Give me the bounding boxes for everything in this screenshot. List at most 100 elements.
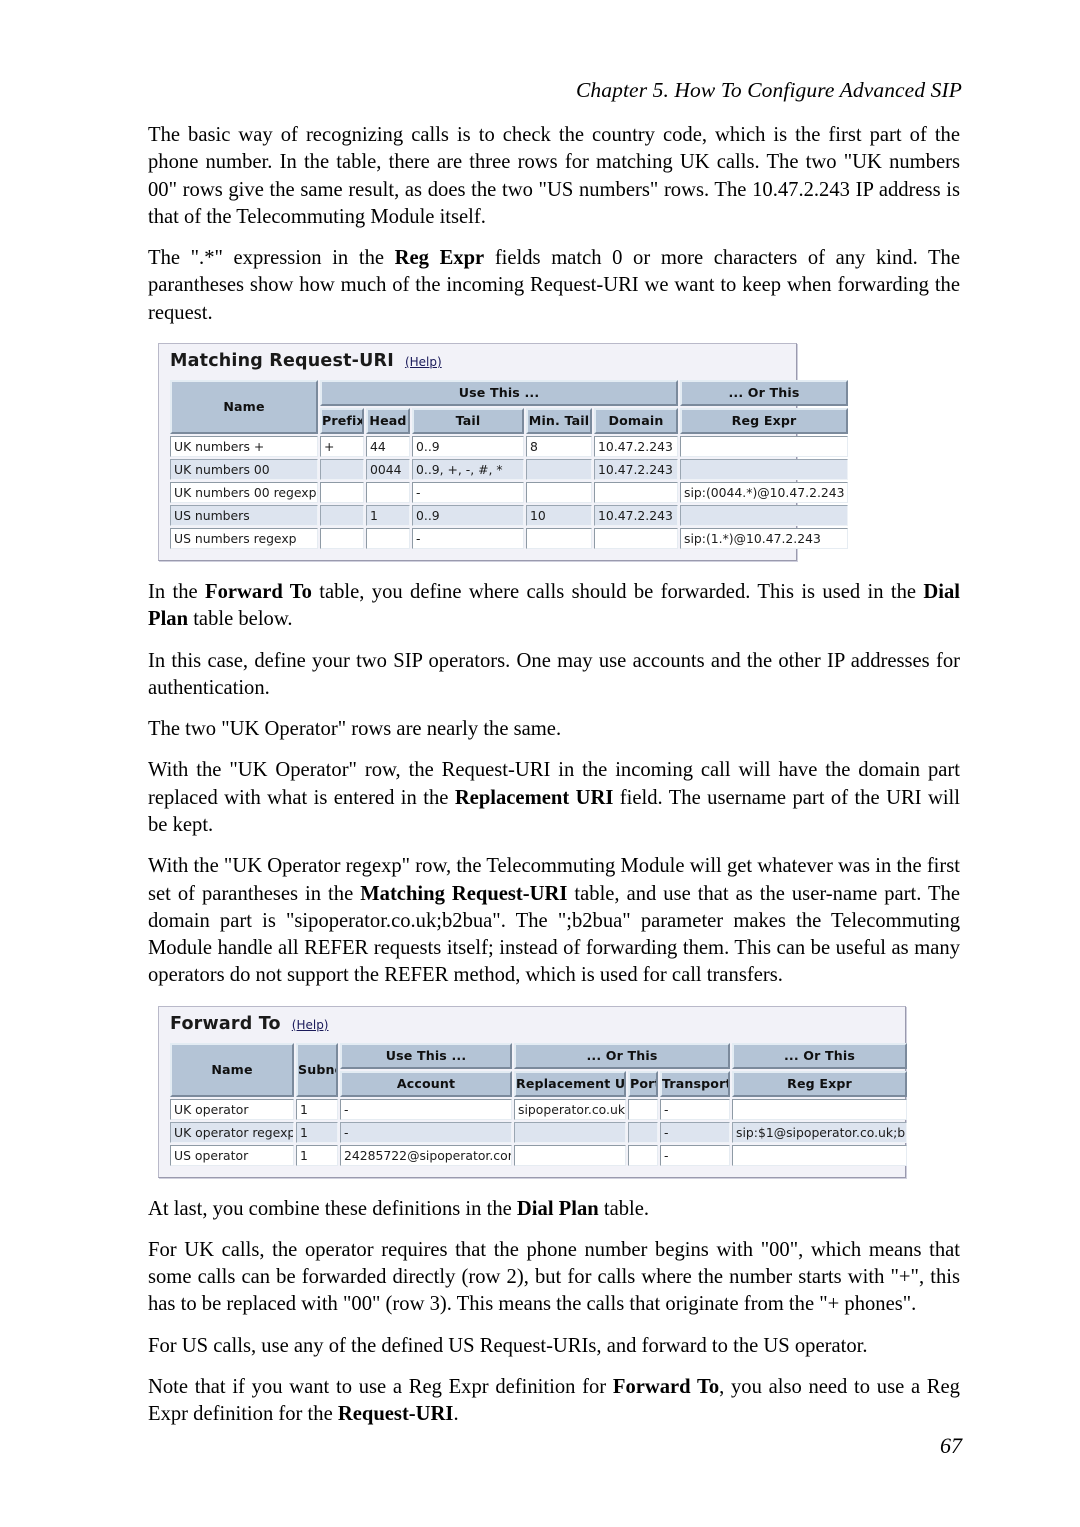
cell-prefix-input[interactable] [320, 527, 364, 549]
header-head: Head [366, 407, 410, 434]
para3-part3: table below. [188, 608, 293, 631]
header-or-this-2: ... Or This [732, 1042, 907, 1069]
para3-bold-forward-to: Forward To [205, 580, 312, 603]
cell-name-input[interactable]: UK operator [170, 1098, 294, 1120]
cell-min-tail-input[interactable] [526, 481, 592, 503]
cell-reg-expr-input[interactable] [732, 1144, 907, 1166]
cell-reg-expr-input[interactable]: sip:(1.*)@10.47.2.243 [680, 527, 848, 549]
cell-subno-input[interactable]: 1 [296, 1144, 338, 1166]
cell-domain-input[interactable]: 10.47.2.243 [594, 435, 678, 457]
cell-name-input[interactable]: US numbers [170, 504, 318, 526]
cell-domain-input[interactable]: 10.47.2.243 [594, 504, 678, 526]
cell-reg-expr-input[interactable]: sip:(0044.*)@10.47.2.243 [680, 481, 848, 503]
cell-replacement-uri-input[interactable] [514, 1144, 626, 1166]
cell-reg-expr-input[interactable] [732, 1098, 907, 1120]
cell-port-input[interactable] [628, 1144, 658, 1166]
cell-account-select[interactable]: 24285722@sipoperator.com [340, 1144, 512, 1166]
para3-part2: table, you define where calls should be … [311, 580, 924, 603]
header-port: Port [628, 1070, 658, 1097]
cell-replacement-uri-input[interactable] [514, 1121, 626, 1143]
cell-prefix-input[interactable] [320, 481, 364, 503]
cell-head-input[interactable] [366, 527, 410, 549]
cell-name-input[interactable]: UK numbers 00 [170, 458, 318, 480]
table-row: US numbers 1 0..9 10 10.47.2.243 [170, 504, 848, 526]
para8-part1: At last, you combine these definitions i… [148, 1197, 517, 1220]
header-use-this: Use This ... [320, 379, 678, 406]
matching-request-uri-title: Matching Request-URI [170, 350, 394, 371]
cell-name-input[interactable]: US numbers regexp [170, 527, 318, 549]
document-page: Chapter 5. How To Configure Advanced SIP… [0, 0, 1080, 1527]
cell-tail-select[interactable]: 0..9 [412, 435, 524, 457]
cell-transport-select[interactable]: - [660, 1144, 730, 1166]
cell-prefix-input[interactable] [320, 458, 364, 480]
header-reg-expr: Reg Expr [732, 1070, 907, 1097]
header-account: Account [340, 1070, 512, 1097]
cell-reg-expr-input[interactable] [680, 504, 848, 526]
cell-name-input[interactable]: UK operator regexp [170, 1121, 294, 1143]
cell-reg-expr-input[interactable] [680, 435, 848, 457]
para11-part1: Note that if you want to use a Reg Expr … [148, 1376, 613, 1399]
para3-part1: In the [148, 580, 206, 603]
cell-transport-select[interactable]: - [660, 1098, 730, 1120]
cell-subno-input[interactable]: 1 [296, 1098, 338, 1120]
matching-request-uri-table: Name Use This ... ... Or This Prefix Hea… [168, 378, 850, 551]
cell-domain-input[interactable] [594, 527, 678, 549]
cell-account-select[interactable]: - [340, 1121, 512, 1143]
paragraph-11: Note that if you want to use a Reg Expr … [148, 1374, 960, 1429]
cell-replacement-uri-input[interactable]: sipoperator.co.uk [514, 1098, 626, 1120]
table-row: UK numbers 00 0044 0..9, +, -, #, * 10.4… [170, 458, 848, 480]
cell-tail-select[interactable]: 0..9 [412, 504, 524, 526]
cell-reg-expr-input[interactable] [680, 458, 848, 480]
cell-account-select[interactable]: - [340, 1098, 512, 1120]
cell-subno-input[interactable]: 1 [296, 1121, 338, 1143]
cell-port-input[interactable] [628, 1098, 658, 1120]
paragraph-8: At last, you combine these definitions i… [148, 1196, 960, 1223]
header-min-tail: Min. Tail [526, 407, 592, 434]
cell-domain-input[interactable]: 10.47.2.243 [594, 458, 678, 480]
para8-part2: table. [598, 1197, 650, 1220]
matching-group-header-row: Name Use This ... ... Or This [170, 379, 848, 434]
paragraph-2: The ".*" expression in the Reg Expr fiel… [148, 245, 960, 327]
cell-name-input[interactable]: UK numbers 00 regexp [170, 481, 318, 503]
header-transport: Transport [660, 1070, 730, 1097]
table-row: US numbers regexp - sip:(1.*)@10.47.2.24… [170, 527, 848, 549]
table-row: UK operator 1 - sipoperator.co.uk - [170, 1098, 907, 1120]
cell-min-tail-input[interactable]: 8 [526, 435, 592, 457]
cell-head-input[interactable] [366, 481, 410, 503]
cell-min-tail-input[interactable]: 10 [526, 504, 592, 526]
forward-to-title: Forward To [170, 1013, 281, 1034]
forward-to-header: Forward To (Help) [170, 1014, 897, 1034]
cell-name-input[interactable]: UK numbers + [170, 435, 318, 457]
forward-to-help-link[interactable]: (Help) [292, 1018, 329, 1032]
paragraph-7: With the "UK Operator regexp" row, the T… [148, 853, 960, 989]
paragraph-4: In this case, define your two SIP operat… [148, 649, 960, 699]
header-subno: Subno. [296, 1042, 338, 1097]
page-content: The basic way of recognizing calls is to… [148, 122, 960, 1429]
cell-name-input[interactable]: US operator [170, 1144, 294, 1166]
cell-head-input[interactable]: 0044 [366, 458, 410, 480]
header-use-this: Use This ... [340, 1042, 512, 1069]
cell-prefix-input[interactable] [320, 504, 364, 526]
cell-min-tail-input[interactable] [526, 527, 592, 549]
header-domain: Domain [594, 407, 678, 434]
cell-port-input[interactable] [628, 1121, 658, 1143]
para11-bold-forward-to: Forward To [612, 1376, 720, 1399]
cell-head-input[interactable]: 1 [366, 504, 410, 526]
para7-bold-matching-request-uri: Matching Request-URI [360, 882, 568, 905]
cell-reg-expr-input[interactable]: sip:$1@sipoperator.co.uk;b2bua [732, 1121, 907, 1143]
paragraph-3: In the Forward To table, you define wher… [148, 579, 960, 634]
cell-tail-select[interactable]: - [412, 481, 524, 503]
cell-min-tail-input[interactable] [526, 458, 592, 480]
forward-group-header-row: Name Subno. Use This ... ... Or This ...… [170, 1042, 907, 1097]
table-row: UK numbers + + 44 0..9 8 10.47.2.243 [170, 435, 848, 457]
cell-head-input[interactable]: 44 [366, 435, 410, 457]
cell-domain-input[interactable] [594, 481, 678, 503]
header-reg-expr: Reg Expr [680, 407, 848, 434]
matching-request-uri-help-link[interactable]: (Help) [405, 355, 442, 369]
para11-bold-request-uri: Request-URI [337, 1403, 454, 1426]
cell-tail-select[interactable]: 0..9, +, -, #, * [412, 458, 524, 480]
cell-prefix-input[interactable]: + [320, 435, 364, 457]
cell-tail-select[interactable]: - [412, 527, 524, 549]
cell-transport-select[interactable]: - [660, 1121, 730, 1143]
paragraph-1: The basic way of recognizing calls is to… [148, 124, 960, 228]
